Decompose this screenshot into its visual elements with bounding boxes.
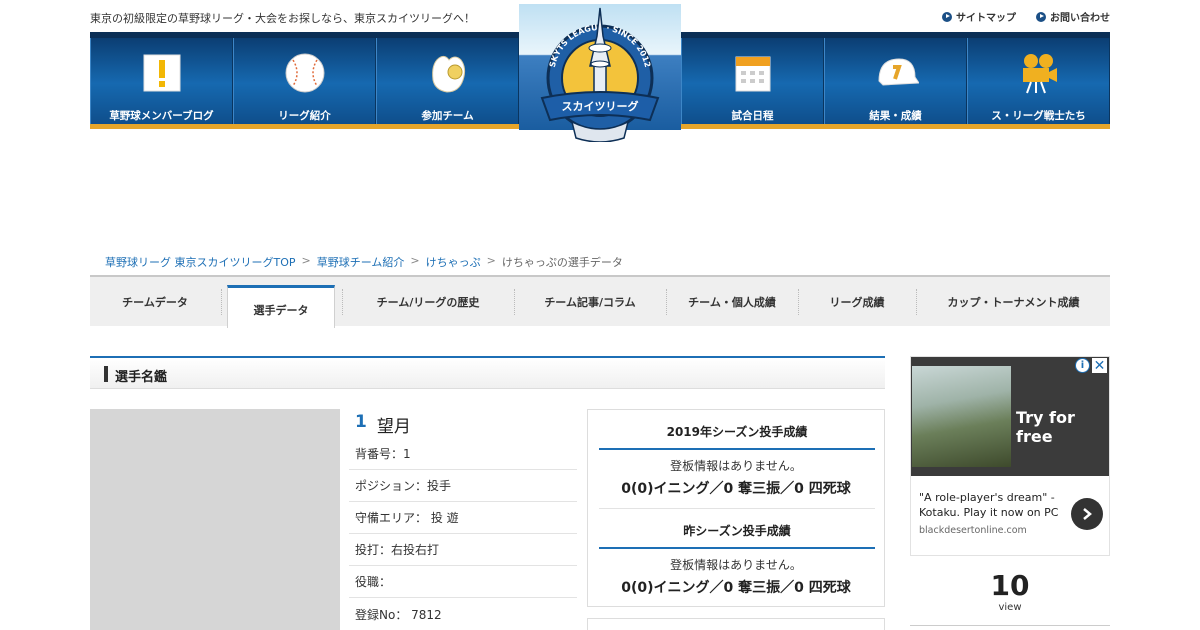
close-icon[interactable]: ✕ <box>1092 358 1107 374</box>
tab-league-stats[interactable]: リーグ成績 <box>799 277 915 326</box>
stats-message: 登板情報はありません。 <box>670 459 802 473</box>
page: 東京の初級限定の草野球リーグ・大会をお探しなら、東京スカイツリーグへ！ サイトマ… <box>0 0 1200 630</box>
tab-bar: チームデータ 選手データ チーム/リーグの歴史 チーム記事/コラム チーム・個人… <box>90 275 1110 328</box>
nav-label: 参加チーム <box>421 110 474 122</box>
tab-player-data[interactable]: 選手データ <box>227 285 335 328</box>
ad-banner[interactable]: Try for free <box>911 357 1109 476</box>
breadcrumb-separator: > <box>301 254 311 267</box>
svg-text:スカイツリーグ: スカイツリーグ <box>562 99 639 113</box>
ad-controls: i ✕ <box>1075 358 1107 374</box>
ad-unit[interactable]: Try for free i ✕ "A role-player's dream"… <box>910 356 1110 556</box>
player-number: 1 <box>355 412 367 432</box>
breadcrumb-link-home[interactable]: 草野球リーグ 東京スカイツリーグTOP <box>105 254 296 270</box>
calendar-icon <box>730 50 776 96</box>
breadcrumb-link-team[interactable]: けちゃっぷ <box>426 254 481 270</box>
sitemap-label: サイトマップ <box>956 13 1016 24</box>
stats-line: 0(0)イニング／0 奪三振／0 四死球 <box>621 481 851 497</box>
exclamation-icon <box>139 50 185 96</box>
nav-item-results[interactable]: 結果・成績 <box>824 38 967 129</box>
tab-history[interactable]: チーム/リーグの歴史 <box>343 277 513 326</box>
tab-divider <box>221 289 222 315</box>
player-info-row: ポジション：投手 <box>349 470 577 502</box>
contact-label: お問い合わせ <box>1050 13 1110 24</box>
nav-item-schedule[interactable]: 試合日程 <box>681 38 824 129</box>
ad-image <box>912 366 1011 467</box>
player-info-row: 投打：右投右打 <box>349 534 577 566</box>
nav-item-league[interactable]: リーグ紹介 <box>233 38 376 129</box>
nav-item-teams[interactable]: 参加チーム <box>376 38 519 129</box>
player-photo <box>90 409 340 630</box>
nav-label: 試合日程 <box>731 110 774 122</box>
breadcrumb-link-teams[interactable]: 草野球チーム紹介 <box>317 254 405 270</box>
site-logo[interactable]: SKYTS LEAGUE · SINCE 2012 スカイツリーグ <box>532 6 668 142</box>
top-links: サイトマップ お問い合わせ <box>942 9 1110 24</box>
info-icon[interactable]: i <box>1075 358 1090 373</box>
nav-label: 草野球メンバーブログ <box>109 110 214 122</box>
stats-box-next <box>587 618 885 630</box>
tab-cup-stats[interactable]: カップ・トーナメント成績 <box>917 277 1110 326</box>
tab-team-stats[interactable]: チーム・個人成績 <box>667 277 797 326</box>
player-name: 望月 <box>376 417 411 437</box>
cap-icon <box>873 50 919 96</box>
player-info-row: 役職： <box>349 566 577 598</box>
breadcrumb-separator: > <box>410 254 420 267</box>
camera-icon <box>1016 50 1062 96</box>
nav-label: リーグ紹介 <box>278 110 331 122</box>
divider <box>910 625 1110 626</box>
glove-icon <box>425 50 471 96</box>
player-info-row: 背番号：1 <box>349 438 577 470</box>
player-info-row: 登録No： 7812 <box>355 607 442 622</box>
arrow-circle-icon <box>942 11 952 22</box>
view-counter: 10 view <box>910 569 1110 614</box>
sitemap-link[interactable]: サイトマップ <box>942 9 1016 24</box>
nav-item-players[interactable]: ス・リーグ戦士たち <box>967 38 1110 129</box>
ad-next-button[interactable] <box>1071 498 1103 530</box>
player-heading: 1 望月 <box>355 412 411 437</box>
ad-text[interactable]: "A role-player's dream" - Kotaku. Play i… <box>919 490 1069 520</box>
view-count: 10 <box>990 569 1030 602</box>
stats-line: 0(0)イニング／0 奪三振／0 四死球 <box>621 580 851 596</box>
section-marker <box>104 366 108 382</box>
stats-title: 昨シーズン投手成績 <box>599 522 875 549</box>
tab-team-data[interactable]: チームデータ <box>90 277 220 326</box>
baseball-icon <box>282 50 328 96</box>
nav-item-blog[interactable]: 草野球メンバーブログ <box>90 38 233 129</box>
tab-articles[interactable]: チーム記事/コラム <box>515 277 665 326</box>
site-tagline: 東京の初級限定の草野球リーグ・大会をお探しなら、東京スカイツリーグへ！ <box>90 12 475 25</box>
view-label: view <box>998 602 1022 613</box>
breadcrumb-separator: > <box>486 254 496 267</box>
chevron-right-icon <box>1083 508 1092 520</box>
nav-label: 結果・成績 <box>869 110 922 122</box>
arrow-circle-icon <box>1036 11 1046 22</box>
stats-title: 2019年シーズン投手成績 <box>599 423 875 450</box>
pitching-stats-box: 2019年シーズン投手成績 登板情報はありません。 0(0)イニング／0 奪三振… <box>587 409 885 607</box>
ad-domain: blackdesertonline.com <box>919 525 1027 536</box>
contact-link[interactable]: お問い合わせ <box>1036 9 1110 24</box>
stats-message: 登板情報はありません。 <box>670 558 802 572</box>
section-title: 選手名鑑 <box>115 370 168 385</box>
breadcrumb-current: けちゃっぷの選手データ <box>501 256 623 269</box>
breadcrumb: 草野球リーグ 東京スカイツリーグTOP > 草野球チーム紹介 > けちゃっぷ >… <box>105 254 623 270</box>
player-info-row: 守備エリア： 投 遊 <box>349 502 577 534</box>
section-header: 選手名鑑 <box>90 356 885 389</box>
nav-label: ス・リーグ戦士たち <box>991 110 1086 122</box>
ad-cta[interactable]: Try for free <box>1016 408 1109 446</box>
stats-divider <box>599 508 875 509</box>
